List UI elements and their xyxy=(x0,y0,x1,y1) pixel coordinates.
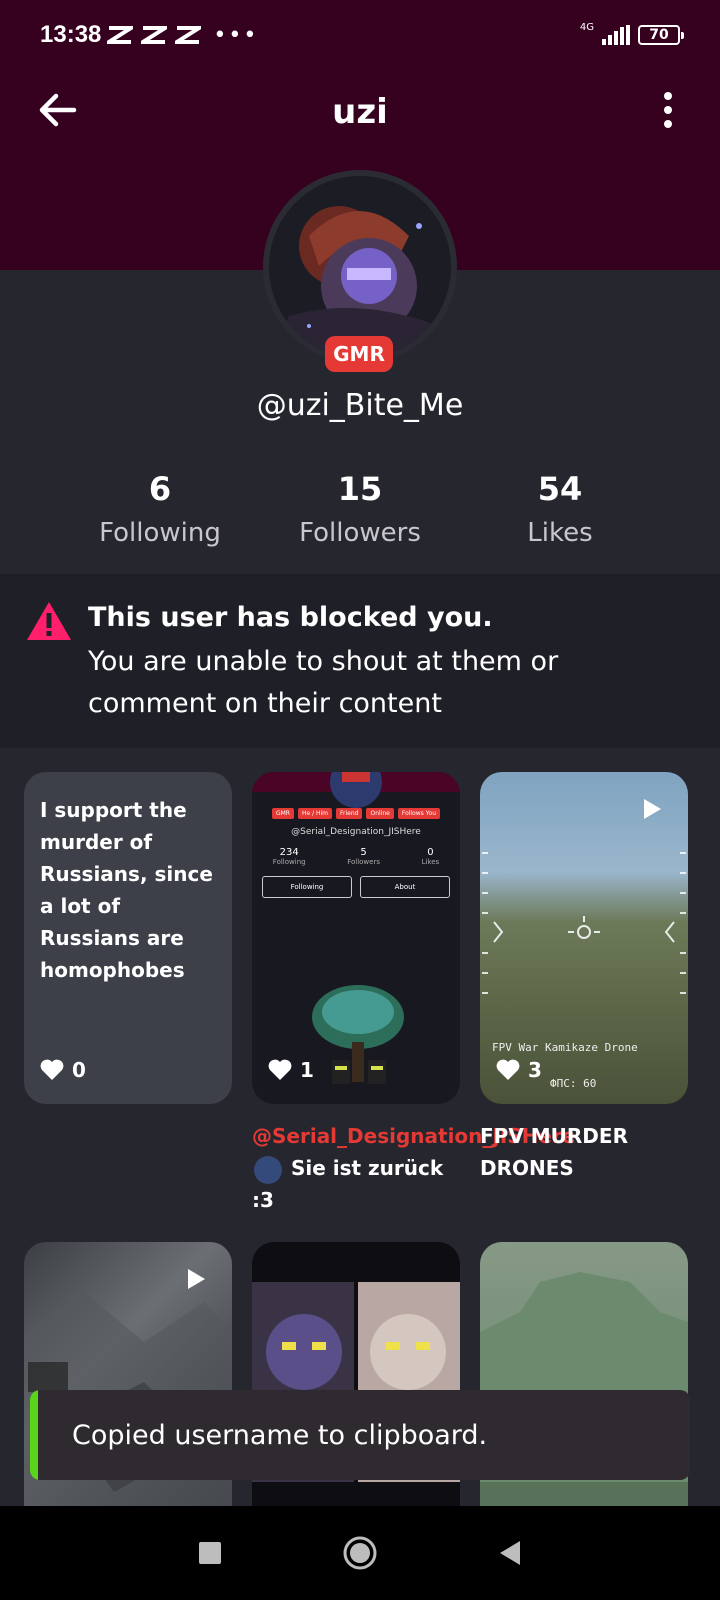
stat-likes[interactable]: 54 Likes xyxy=(460,470,660,548)
post-likes: 3 xyxy=(496,1058,542,1082)
signal-icon xyxy=(602,25,630,45)
post-likes-count: 0 xyxy=(72,1058,86,1082)
kebab-menu-icon xyxy=(664,92,672,100)
notification-icons xyxy=(107,25,202,45)
system-nav-bar xyxy=(0,1506,720,1600)
network-type: 4G xyxy=(579,21,594,33)
blocked-message: You are unable to shout at them or comme… xyxy=(88,646,559,719)
stat-following-label: Following xyxy=(99,518,221,548)
capcut-icon xyxy=(175,25,202,45)
more-options-button[interactable] xyxy=(656,92,680,132)
app-bar: uzi xyxy=(0,78,720,148)
post-card[interactable]: FPV War Kamikaze Drone ФПС: 60 3 xyxy=(480,772,688,1104)
post-card[interactable]: GMR He / Him Friend Online Follows You @Seri… xyxy=(252,772,460,1104)
stat-likes-label: Likes xyxy=(527,518,593,548)
status-bar: 13:38 ••• 4G 70 xyxy=(0,0,720,70)
recents-button[interactable] xyxy=(198,1541,222,1565)
stat-followers-count: 15 xyxy=(337,470,383,508)
caption-avatar xyxy=(254,1155,282,1184)
video-fps-text: ФПС: 60 xyxy=(550,1077,597,1090)
thumb-pills: GMR He / Him Friend Online Follows You xyxy=(252,808,460,819)
page-title: uzi xyxy=(332,92,388,132)
warning-icon xyxy=(27,602,71,640)
status-time: 13:38 xyxy=(40,21,102,48)
stat-following-count: 6 xyxy=(148,470,172,508)
post-likes: 1 xyxy=(268,1058,314,1082)
heart-icon xyxy=(268,1059,292,1080)
post-likes: 0 xyxy=(40,1058,86,1082)
stat-likes-count: 54 xyxy=(537,470,583,508)
post-likes-count: 1 xyxy=(300,1058,314,1082)
home-button[interactable] xyxy=(342,1535,378,1571)
profile-stats: 6 Following 15 Followers 54 Likes xyxy=(0,470,720,548)
thumb-avatar xyxy=(330,772,382,808)
back-nav-button[interactable] xyxy=(498,1540,522,1566)
post-card[interactable]: I support the murder of Russians, since … xyxy=(24,772,232,1104)
stat-followers[interactable]: 15 Followers xyxy=(260,470,460,548)
post-text: I support the murder of Russians, since … xyxy=(40,798,213,982)
toast-accent xyxy=(30,1390,38,1480)
post-caption[interactable]: FPV MURDER DRONES xyxy=(480,1120,690,1184)
profile-avatar[interactable] xyxy=(263,170,457,364)
toast-message: Copied username to clipboard. xyxy=(72,1419,488,1451)
thumb-buttons: Following About xyxy=(252,876,460,898)
thumb-username: @Serial_Designation_JISHere xyxy=(291,827,421,837)
toast-notification: Copied username to clipboard. xyxy=(30,1390,690,1480)
fpv-hud xyxy=(482,852,686,994)
blocked-title: This user has blocked you. xyxy=(88,602,493,633)
heart-icon xyxy=(40,1059,64,1080)
capcut-icon xyxy=(107,25,134,45)
capcut-icon xyxy=(141,25,168,45)
post-caption[interactable]: @Serial_Designation_JISHere Sie ist zurü… xyxy=(252,1120,575,1216)
video-overlay-text: FPV War Kamikaze Drone xyxy=(492,1041,638,1054)
caption-text: FPV MURDER DRONES xyxy=(480,1124,628,1180)
username-handle[interactable]: @uzi_Bite_Me xyxy=(0,388,720,423)
blocked-notice: This user has blocked you. You are unabl… xyxy=(0,574,720,748)
heart-icon xyxy=(496,1059,520,1080)
thumb-tree-art xyxy=(312,985,404,1084)
gmr-badge: GMR xyxy=(325,336,393,372)
system-indicators: 4G 70 xyxy=(579,21,684,45)
battery-icon: 70 xyxy=(638,25,684,45)
post-likes-count: 3 xyxy=(528,1058,542,1082)
stat-following[interactable]: 6 Following xyxy=(60,470,260,548)
more-notifications-icon: ••• xyxy=(213,22,259,48)
stat-followers-label: Followers xyxy=(299,518,421,548)
thumb-stats: 234 Following 5 Followers 0 Likes xyxy=(272,847,440,866)
play-icon xyxy=(644,799,661,819)
